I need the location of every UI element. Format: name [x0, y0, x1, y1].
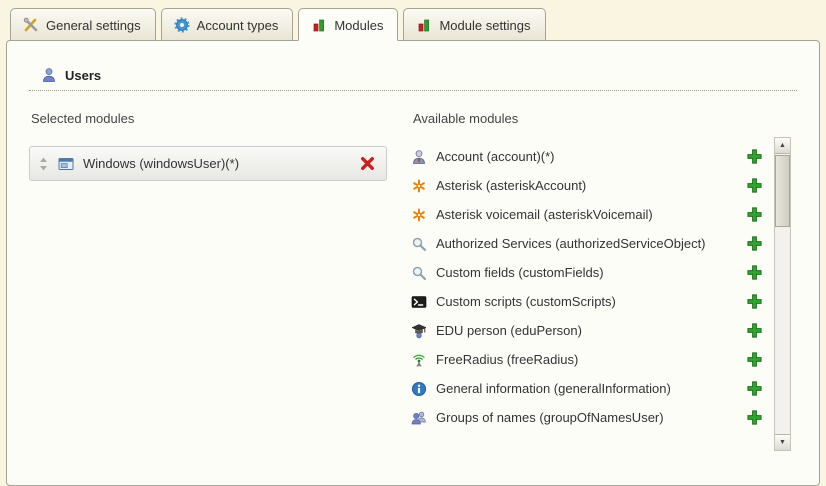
available-modules-list: Account (account)(*)	[411, 142, 797, 432]
tab-label: Account types	[197, 18, 279, 33]
scroll-down-button[interactable]: ▼	[775, 434, 790, 450]
add-module-button[interactable]	[746, 293, 763, 310]
tab-label: General settings	[46, 18, 141, 33]
asterisk-icon	[411, 178, 427, 194]
add-module-button[interactable]	[746, 322, 763, 339]
list-item: Authorized Services (authorizedServiceOb…	[411, 229, 763, 258]
available-modules-column: Available modules Account (account)(*)	[411, 107, 797, 432]
antenna-icon	[411, 352, 427, 368]
tab-general-settings[interactable]: General settings	[10, 8, 156, 41]
available-module-label: EDU person (eduPerson)	[436, 323, 582, 338]
magnifier-icon	[411, 265, 427, 281]
add-module-button[interactable]	[746, 264, 763, 281]
tab-bar: General settings Account types Modules	[0, 0, 826, 40]
group-icon	[411, 410, 427, 426]
scroll-up-button[interactable]: ▲	[775, 138, 790, 154]
module-settings-icon	[416, 17, 432, 33]
add-module-button[interactable]	[746, 148, 763, 165]
available-module-label: Asterisk (asteriskAccount)	[436, 178, 586, 193]
available-module-label: FreeRadius (freeRadius)	[436, 352, 578, 367]
available-module-label: Account (account)(*)	[436, 149, 555, 164]
add-module-button[interactable]	[746, 177, 763, 194]
tools-icon	[23, 17, 39, 33]
available-module-label: Custom fields (customFields)	[436, 265, 604, 280]
list-item: FreeRadius (freeRadius)	[411, 345, 763, 374]
section-title: Users	[65, 68, 101, 83]
modules-icon	[311, 17, 327, 33]
tab-modules[interactable]: Modules	[298, 8, 398, 41]
available-module-label: Asterisk voicemail (asteriskVoicemail)	[436, 207, 653, 222]
graduate-icon	[411, 323, 427, 339]
scrollbar-thumb[interactable]	[775, 155, 790, 227]
tab-account-types[interactable]: Account types	[161, 8, 294, 41]
selected-module-label: Windows (windowsUser)(*)	[83, 156, 239, 171]
remove-module-button[interactable]	[359, 155, 376, 172]
person-icon	[411, 149, 427, 165]
available-module-label: Groups of names (groupOfNamesUser)	[436, 410, 664, 425]
selected-modules-title: Selected modules	[29, 107, 387, 126]
available-module-label: Authorized Services (authorizedServiceOb…	[436, 236, 706, 251]
gear-icon	[174, 17, 190, 33]
asterisk-icon	[411, 207, 427, 223]
list-item: Asterisk (asteriskAccount)	[411, 171, 763, 200]
list-item: Account (account)(*)	[411, 142, 763, 171]
available-modules-title: Available modules	[411, 107, 797, 126]
available-module-label: Custom scripts (customScripts)	[436, 294, 616, 309]
add-module-button[interactable]	[746, 380, 763, 397]
list-item: General information (generalInformation)	[411, 374, 763, 403]
selected-module-row[interactable]: Windows (windowsUser)(*)	[29, 146, 387, 181]
drag-handle-icon[interactable]	[38, 157, 49, 171]
selected-modules-column: Selected modules	[29, 107, 387, 432]
tab-module-settings[interactable]: Module settings	[403, 8, 545, 41]
terminal-icon	[411, 294, 427, 310]
list-item: Asterisk voicemail (asteriskVoicemail)	[411, 200, 763, 229]
list-item: Groups of names (groupOfNamesUser)	[411, 403, 763, 432]
users-section-header: Users	[29, 67, 797, 91]
scrollbar[interactable]: ▲ ▼	[774, 137, 791, 451]
tab-label: Module settings	[439, 18, 530, 33]
list-item: Custom fields (customFields)	[411, 258, 763, 287]
list-item: Custom scripts (customScripts)	[411, 287, 763, 316]
tab-label: Modules	[334, 18, 383, 33]
add-module-button[interactable]	[746, 409, 763, 426]
magnifier-icon	[411, 236, 427, 252]
user-icon	[41, 67, 57, 83]
add-module-button[interactable]	[746, 235, 763, 252]
modules-panel: Users Selected modules	[6, 40, 820, 486]
info-icon	[411, 381, 427, 397]
available-module-label: General information (generalInformation)	[436, 381, 671, 396]
list-item: EDU person (eduPerson)	[411, 316, 763, 345]
add-module-button[interactable]	[746, 351, 763, 368]
windows-icon	[58, 156, 74, 172]
add-module-button[interactable]	[746, 206, 763, 223]
